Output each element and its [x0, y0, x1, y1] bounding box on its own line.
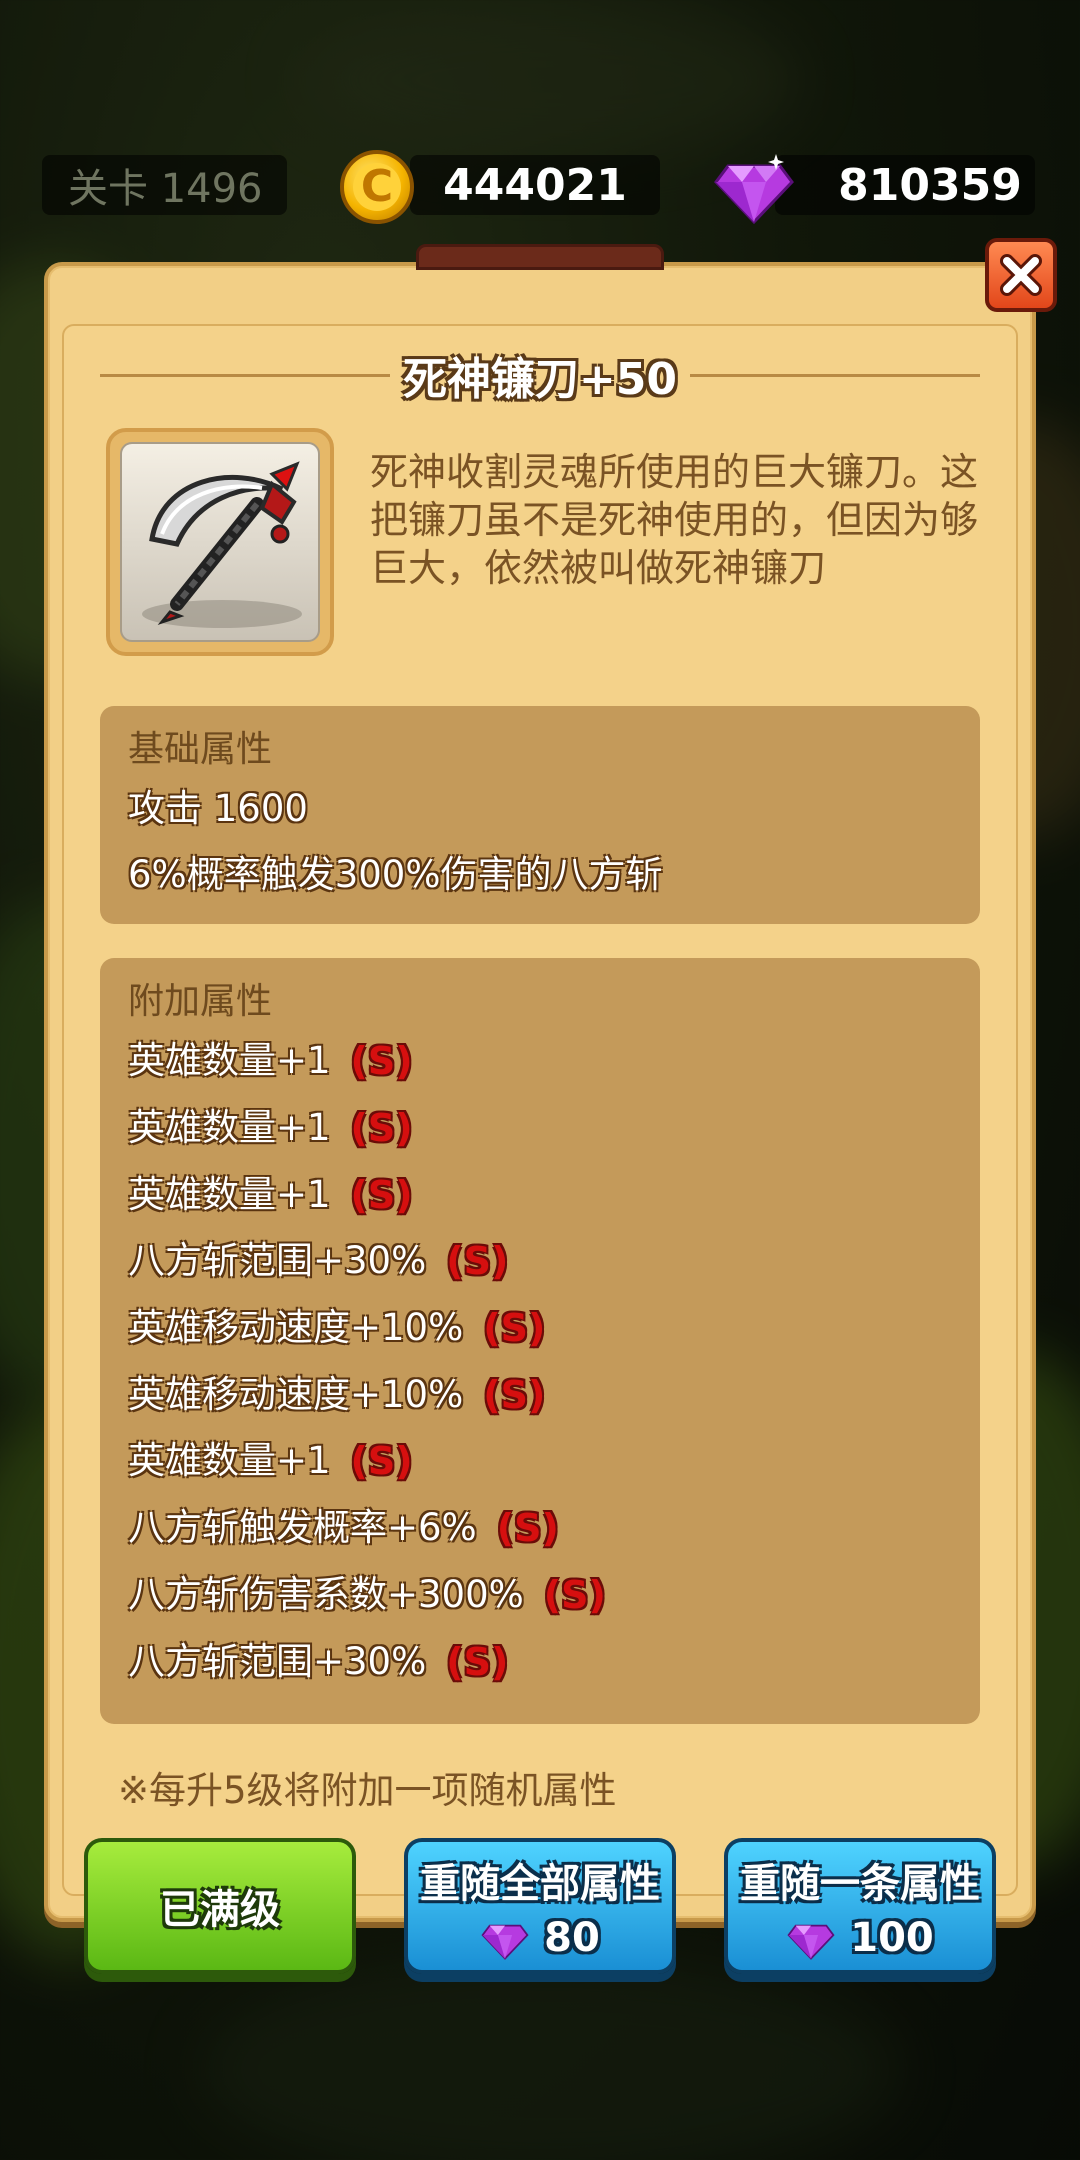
rank-badge: (S) [350, 1039, 413, 1084]
gold-display: 444021 [410, 155, 660, 215]
base-stat: 攻击 1600 [128, 787, 308, 830]
base-attributes-box: 基础属性 攻击 1600 6%概率触发300%伤害的八方斩 [100, 706, 980, 924]
extra-stat: 八方斩范围+30% (S) [128, 1228, 952, 1295]
extra-stat: 英雄数量+1 (S) [128, 1095, 952, 1162]
dialog-top-tab [416, 244, 664, 270]
reroll-one-button[interactable]: 重随一条属性 100 [724, 1838, 996, 1974]
gem-icon [481, 1924, 529, 1960]
close-icon [1000, 254, 1042, 296]
extra-attributes-box: 附加属性 英雄数量+1 (S) 英雄数量+1 (S) 英雄数量+1 (S) 八方斩范围… [100, 958, 980, 1724]
rank-badge: (S) [446, 1239, 509, 1284]
max-level-button[interactable]: 已满级 [84, 1838, 356, 1974]
reroll-all-button[interactable]: 重随全部属性 80 [404, 1838, 676, 1974]
rank-badge: (S) [446, 1639, 509, 1684]
item-description: 死神收割灵魂所使用的巨大镰刀。这把镰刀虽不是死神使用的，但因为够巨大，依然被叫做… [370, 450, 979, 590]
gold-coin-icon: C [340, 150, 414, 224]
gem-amount: 810359 [838, 159, 1022, 211]
base-stat: 6%概率触发300%伤害的八方斩 [128, 853, 663, 896]
upgrade-note: ※每升5级将附加一项随机属性 [118, 1769, 617, 1812]
level-display: 关卡 1496 [42, 155, 287, 215]
rank-badge: (S) [496, 1506, 559, 1551]
level-text: 关卡 1496 [68, 166, 263, 212]
rank-badge: (S) [483, 1306, 546, 1351]
close-button[interactable] [985, 238, 1057, 312]
reroll-one-label: 重随一条属性 [740, 1861, 980, 1907]
extra-stat: 英雄数量+1 (S) [128, 1428, 952, 1495]
extra-stat: 八方斩触发概率+6% (S) [128, 1495, 952, 1562]
reroll-all-cost: 80 [544, 1915, 600, 1961]
extra-stat: 英雄数量+1 (S) [128, 1161, 952, 1228]
extra-stat: 八方斩伤害系数+300% (S) [128, 1562, 952, 1629]
extra-stat: 英雄移动速度+10% (S) [128, 1361, 952, 1428]
max-level-label: 已满级 [160, 1887, 280, 1933]
scythe-icon [142, 461, 302, 628]
gem-display: 810359 [775, 155, 1035, 215]
rank-badge: (S) [350, 1172, 413, 1217]
title-ornament-right [690, 374, 980, 377]
extra-stat: 英雄数量+1 (S) [128, 1028, 952, 1095]
rank-badge: (S) [350, 1106, 413, 1151]
gem-icon [714, 154, 794, 225]
rank-badge: (S) [543, 1572, 606, 1617]
title-ornament-left [100, 374, 390, 377]
rank-badge: (S) [483, 1372, 546, 1417]
reroll-all-label: 重随全部属性 [420, 1861, 660, 1907]
gem-icon [787, 1924, 835, 1960]
base-attributes-heading: 基础属性 [128, 729, 273, 770]
dialog-title-row: 死神镰刀+50 [100, 340, 980, 410]
reroll-one-cost: 100 [850, 1915, 934, 1961]
extra-attributes-heading: 附加属性 [128, 981, 273, 1022]
gold-amount: 444021 [443, 159, 627, 211]
rank-badge: (S) [350, 1439, 413, 1484]
extra-stat: 八方斩范围+30% (S) [128, 1628, 952, 1695]
item-title: 死神镰刀+50 [402, 354, 678, 405]
extra-stat: 英雄移动速度+10% (S) [128, 1295, 952, 1362]
item-icon-frame [106, 428, 334, 656]
